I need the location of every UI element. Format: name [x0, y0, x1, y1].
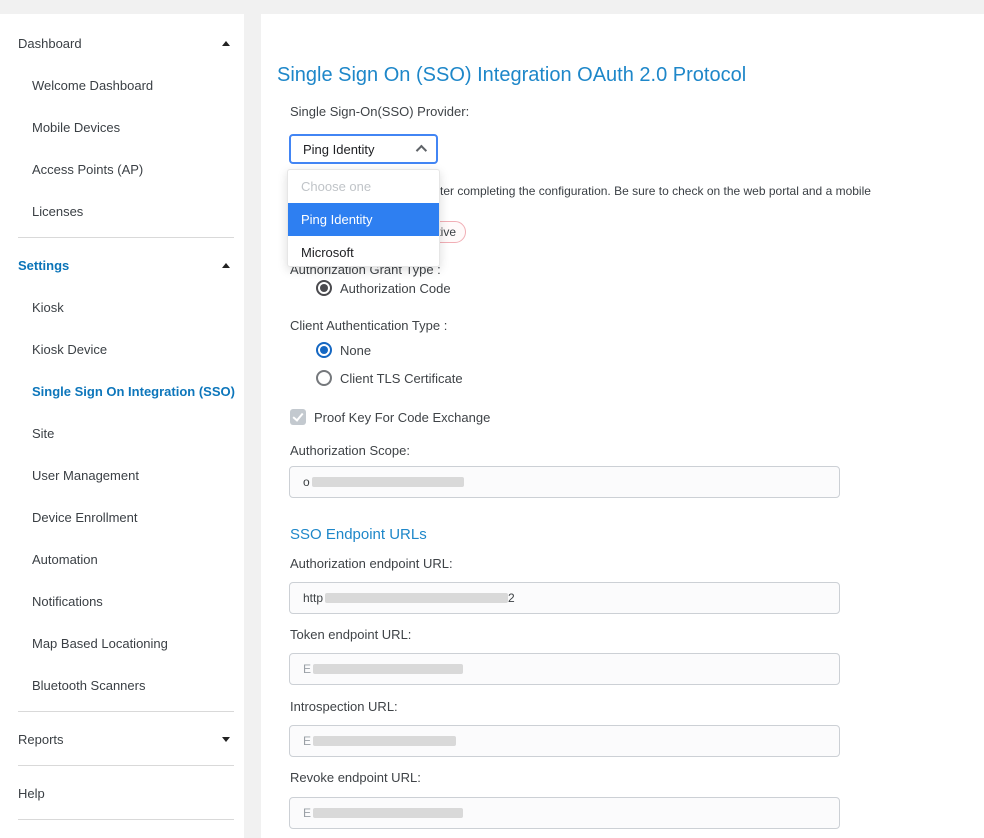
- sidebar-item-automation[interactable]: Automation: [0, 538, 244, 580]
- token-endpoint-input[interactable]: E: [289, 653, 840, 685]
- sidebar-item-label: User Management: [32, 468, 139, 483]
- sidebar-item-label: Mobile Devices: [32, 120, 120, 135]
- input-value: o: [303, 475, 310, 489]
- provider-label: Single Sign-On(SSO) Provider:: [290, 104, 469, 119]
- token-endpoint-label: Token endpoint URL:: [290, 627, 411, 642]
- radio-label: Client TLS Certificate: [340, 371, 463, 386]
- sidebar-item-licenses[interactable]: Licenses: [0, 190, 244, 232]
- sidebar-item-bluetooth-scanners[interactable]: Bluetooth Scanners: [0, 664, 244, 706]
- sidebar: Dashboard Welcome Dashboard Mobile Devic…: [0, 14, 244, 838]
- pkce-checkbox[interactable]: Proof Key For Code Exchange: [290, 409, 490, 425]
- dropdown-option-ping-identity[interactable]: Ping Identity: [288, 203, 439, 236]
- top-strip: [0, 0, 984, 14]
- checkbox-label: Proof Key For Code Exchange: [314, 410, 490, 425]
- chevron-up-icon: [222, 41, 230, 46]
- sidebar-item-label: Single Sign On Integration (SSO): [32, 384, 235, 399]
- sidebar-item-label: Bluetooth Scanners: [32, 678, 145, 693]
- sidebar-item-welcome-dashboard[interactable]: Welcome Dashboard: [0, 64, 244, 106]
- sidebar-item-label: Dashboard: [18, 36, 82, 51]
- sidebar-nav-list: Dashboard Welcome Dashboard Mobile Devic…: [0, 14, 244, 820]
- redaction-bar: [313, 664, 463, 674]
- client-auth-label: Client Authentication Type :: [290, 318, 447, 333]
- radio-client-tls-certificate[interactable]: Client TLS Certificate: [316, 370, 463, 386]
- sidebar-item-site[interactable]: Site: [0, 412, 244, 454]
- chevron-up-icon: [222, 263, 230, 268]
- sidebar-item-device-enrollment[interactable]: Device Enrollment: [0, 496, 244, 538]
- sidebar-item-label: Licenses: [32, 204, 83, 219]
- redaction-bar: [313, 808, 463, 818]
- introspection-url-label: Introspection URL:: [290, 699, 398, 714]
- authorization-scope-label: Authorization Scope:: [290, 443, 410, 458]
- radio-authorization-code[interactable]: Authorization Code: [316, 280, 451, 296]
- sidebar-item-kiosk-device[interactable]: Kiosk Device: [0, 328, 244, 370]
- sidebar-divider: [18, 711, 234, 712]
- sidebar-gutter: [244, 14, 261, 838]
- revoke-endpoint-label: Revoke endpoint URL:: [290, 770, 421, 785]
- sidebar-divider: [18, 237, 234, 238]
- dropdown-option-choose-one[interactable]: Choose one: [288, 170, 439, 203]
- provider-dropdown: Choose one Ping Identity Microsoft: [287, 169, 440, 267]
- sidebar-item-label: Help: [18, 786, 45, 801]
- sidebar-item-notifications[interactable]: Notifications: [0, 580, 244, 622]
- sidebar-item-map-based-locationing[interactable]: Map Based Locationing: [0, 622, 244, 664]
- radio-label: Authorization Code: [340, 281, 451, 296]
- sidebar-divider: [18, 765, 234, 766]
- sidebar-item-mobile-devices[interactable]: Mobile Devices: [0, 106, 244, 148]
- sidebar-item-label: Site: [32, 426, 54, 441]
- main-content: Single Sign On (SSO) Integration OAuth 2…: [261, 14, 984, 838]
- introspection-url-input[interactable]: E: [289, 725, 840, 757]
- sidebar-item-help[interactable]: Help: [0, 772, 244, 814]
- info-text: ter completing the configuration. Be sur…: [440, 184, 871, 198]
- input-value: E: [303, 734, 311, 748]
- revoke-endpoint-input[interactable]: E: [289, 797, 840, 829]
- redaction-bar: [325, 593, 508, 603]
- input-value: E: [303, 662, 311, 676]
- sidebar-item-dashboard[interactable]: Dashboard: [0, 22, 244, 64]
- authorization-scope-input[interactable]: o: [289, 466, 840, 498]
- radio-none[interactable]: None: [316, 342, 371, 358]
- dropdown-option-microsoft[interactable]: Microsoft: [288, 236, 439, 267]
- sidebar-item-label: Access Points (AP): [32, 162, 143, 177]
- sidebar-item-label: Kiosk Device: [32, 342, 107, 357]
- chevron-up-icon: [416, 145, 427, 156]
- sidebar-item-label: Automation: [32, 552, 98, 567]
- sidebar-item-label: Map Based Locationing: [32, 636, 168, 651]
- sidebar-item-kiosk[interactable]: Kiosk: [0, 286, 244, 328]
- provider-selected-value: Ping Identity: [303, 142, 375, 157]
- provider-select[interactable]: Ping Identity: [289, 134, 438, 164]
- sidebar-item-label: Kiosk: [32, 300, 64, 315]
- sidebar-item-access-points[interactable]: Access Points (AP): [0, 148, 244, 190]
- chevron-down-icon: [222, 737, 230, 742]
- input-value: E: [303, 806, 311, 820]
- sidebar-item-settings[interactable]: Settings: [0, 244, 244, 286]
- sidebar-item-label: Reports: [18, 732, 64, 747]
- sidebar-item-label: Welcome Dashboard: [32, 78, 153, 93]
- authorization-endpoint-input[interactable]: http 2: [289, 582, 840, 614]
- radio-selected-icon: [316, 342, 332, 358]
- sidebar-item-label: Device Enrollment: [32, 510, 138, 525]
- sidebar-item-user-management[interactable]: User Management: [0, 454, 244, 496]
- checkbox-checked-icon: [290, 409, 306, 425]
- sidebar-item-label: Notifications: [32, 594, 103, 609]
- sidebar-item-sso-integration[interactable]: Single Sign On Integration (SSO): [0, 370, 244, 412]
- sidebar-item-label: Settings: [18, 258, 69, 273]
- radio-selected-icon: [316, 280, 332, 296]
- sidebar-divider: [18, 819, 234, 820]
- redaction-bar: [312, 477, 464, 487]
- sidebar-item-reports[interactable]: Reports: [0, 718, 244, 760]
- page-title: Single Sign On (SSO) Integration OAuth 2…: [277, 64, 746, 87]
- authorization-endpoint-label: Authorization endpoint URL:: [290, 556, 453, 571]
- radio-label: None: [340, 343, 371, 358]
- radio-unselected-icon: [316, 370, 332, 386]
- sso-endpoint-urls-heading: SSO Endpoint URLs: [290, 526, 427, 543]
- input-value: http: [303, 591, 323, 605]
- input-value-tail: 2: [508, 591, 515, 605]
- redaction-bar: [313, 736, 456, 746]
